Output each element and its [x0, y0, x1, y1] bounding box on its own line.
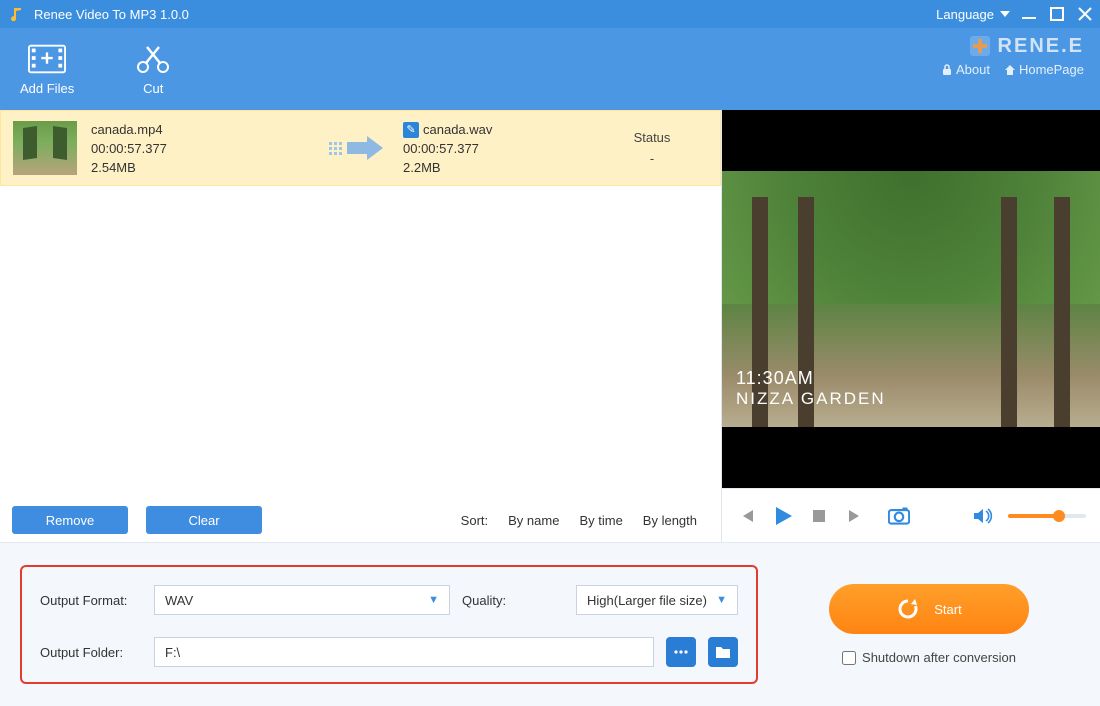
- output-filename: canada.wav: [423, 122, 492, 137]
- quality-value: High(Larger file size): [587, 593, 707, 608]
- plus-logo-icon: [968, 34, 992, 58]
- cut-button[interactable]: Cut: [134, 43, 172, 96]
- shutdown-label: Shutdown after conversion: [862, 650, 1016, 665]
- homepage-link[interactable]: HomePage: [1004, 62, 1084, 77]
- edit-icon[interactable]: ✎: [403, 122, 419, 138]
- next-button[interactable]: [844, 505, 866, 527]
- chevron-down-icon: ▼: [716, 594, 727, 606]
- output-format-value: WAV: [165, 593, 193, 608]
- preview-time: 11:30AM: [736, 368, 886, 389]
- list-actions: Remove Clear Sort: By name By time By le…: [0, 498, 721, 542]
- shutdown-checkbox-row[interactable]: Shutdown after conversion: [842, 650, 1016, 665]
- start-column: Start Shutdown after conversion: [778, 565, 1080, 684]
- source-info: canada.mp4 00:00:57.377 2.54MB: [91, 120, 311, 177]
- output-duration: 00:00:57.377: [403, 139, 583, 158]
- file-list-pane: canada.mp4 00:00:57.377 2.54MB ✎ canada.w…: [0, 110, 722, 542]
- lock-icon: [941, 64, 953, 76]
- sort-by-time[interactable]: By time: [579, 513, 622, 528]
- toolbar: Add Files Cut RENE.E About HomePage: [0, 28, 1100, 110]
- start-label: Start: [934, 602, 961, 617]
- output-settings: Output Format: WAV ▼ Quality: High(Large…: [0, 542, 1100, 706]
- brand-area: RENE.E About HomePage: [941, 34, 1084, 77]
- output-format-select[interactable]: WAV ▼: [154, 585, 450, 615]
- window-controls: [1022, 7, 1092, 21]
- quality-label: Quality:: [462, 593, 564, 608]
- output-folder-input[interactable]: F:\: [154, 637, 654, 667]
- output-folder-label: Output Folder:: [40, 645, 142, 660]
- volume-slider[interactable]: [1008, 514, 1086, 518]
- brand-logo: RENE.E: [998, 35, 1084, 58]
- about-link[interactable]: About: [941, 62, 990, 77]
- chevron-down-icon: ▼: [428, 594, 439, 606]
- status-header: Status: [597, 130, 707, 145]
- remove-button[interactable]: Remove: [12, 506, 128, 534]
- source-thumbnail: [13, 121, 77, 175]
- sort-controls: Sort: By name By time By length: [461, 513, 709, 528]
- language-menu[interactable]: Language: [936, 7, 1010, 22]
- sort-by-length[interactable]: By length: [643, 513, 697, 528]
- output-format-label: Output Format:: [40, 593, 142, 608]
- play-button[interactable]: [772, 505, 794, 527]
- sort-label: Sort:: [461, 513, 488, 528]
- filmstrip-icon: [28, 43, 66, 75]
- app-icon: [8, 6, 24, 22]
- browse-folder-button[interactable]: [708, 637, 738, 667]
- add-files-button[interactable]: Add Files: [20, 43, 74, 96]
- chevron-down-icon: [1000, 11, 1010, 17]
- source-duration: 00:00:57.377: [91, 139, 311, 158]
- scissors-icon: [134, 43, 172, 75]
- refresh-icon: [896, 597, 920, 621]
- shutdown-checkbox[interactable]: [842, 651, 856, 665]
- preview-pane: 11:30AM NIZZA GARDEN: [722, 110, 1100, 542]
- snapshot-button[interactable]: [888, 505, 910, 527]
- prev-button[interactable]: [736, 505, 758, 527]
- language-label: Language: [936, 7, 994, 22]
- output-highlight-box: Output Format: WAV ▼ Quality: High(Large…: [20, 565, 758, 684]
- player-controls: [722, 488, 1100, 542]
- maximize-button[interactable]: [1050, 7, 1064, 21]
- home-icon: [1004, 64, 1016, 76]
- titlebar: Renee Video To MP3 1.0.0 Language: [0, 0, 1100, 28]
- cut-label: Cut: [143, 81, 163, 96]
- quality-select[interactable]: High(Larger file size) ▼: [576, 585, 738, 615]
- add-files-label: Add Files: [20, 81, 74, 96]
- minimize-button[interactable]: [1022, 7, 1036, 21]
- arrow-icon: [325, 133, 389, 163]
- clear-button[interactable]: Clear: [146, 506, 262, 534]
- start-button[interactable]: Start: [829, 584, 1029, 634]
- status-value: -: [597, 151, 707, 166]
- preview-frame: 11:30AM NIZZA GARDEN: [722, 171, 1100, 427]
- app-title: Renee Video To MP3 1.0.0: [34, 7, 936, 22]
- source-size: 2.54MB: [91, 158, 311, 177]
- sort-by-name[interactable]: By name: [508, 513, 559, 528]
- more-button[interactable]: [666, 637, 696, 667]
- output-info: ✎ canada.wav 00:00:57.377 2.2MB: [403, 120, 583, 177]
- preview-caption: NIZZA GARDEN: [736, 389, 886, 409]
- preview-overlay: 11:30AM NIZZA GARDEN: [736, 368, 886, 409]
- stop-button[interactable]: [808, 505, 830, 527]
- status-column: Status -: [597, 130, 707, 166]
- output-size: 2.2MB: [403, 158, 583, 177]
- source-filename: canada.mp4: [91, 120, 311, 139]
- close-button[interactable]: [1078, 7, 1092, 21]
- volume-icon[interactable]: [972, 505, 994, 527]
- file-row[interactable]: canada.mp4 00:00:57.377 2.54MB ✎ canada.w…: [0, 110, 721, 186]
- video-preview: 11:30AM NIZZA GARDEN: [722, 110, 1100, 488]
